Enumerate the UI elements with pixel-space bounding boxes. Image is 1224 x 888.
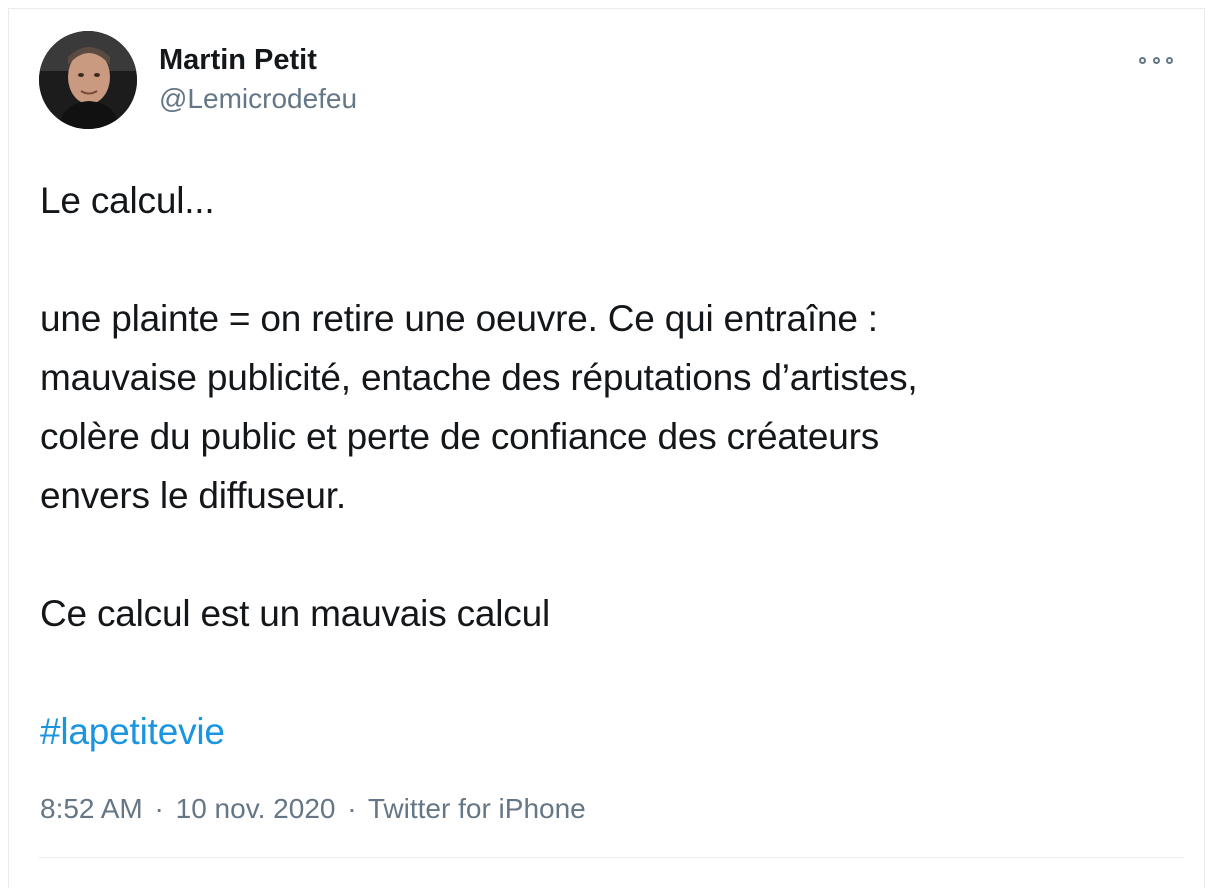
hashtag-link[interactable]: #lapetitevie <box>40 711 225 752</box>
tweet-metadata: 8:52 AM · 10 nov. 2020 · Twitter for iPh… <box>40 791 586 827</box>
tweet-text: Le calcul... une plainte = on retire une… <box>40 171 1170 761</box>
tweet-line: colère du public et perte de confiance d… <box>40 416 880 457</box>
tweet-line: envers le diffuseur. <box>40 475 346 516</box>
tweet-line: mauvaise publicité, entache des réputati… <box>40 357 918 398</box>
separator: · <box>154 793 164 824</box>
tweet-line: Ce calcul est un mauvais calcul <box>40 593 550 634</box>
separator: · <box>347 793 357 824</box>
tweet-line: Le calcul... <box>40 180 215 221</box>
dot-icon <box>1166 56 1173 64</box>
profile-photo-icon <box>39 31 137 129</box>
tweet-date[interactable]: 10 nov. 2020 <box>176 793 336 824</box>
more-options-icon[interactable] <box>1139 51 1173 69</box>
tweet-time[interactable]: 8:52 AM <box>40 793 143 824</box>
tweet-source[interactable]: Twitter for iPhone <box>368 793 586 824</box>
author-name[interactable]: Martin Petit <box>159 42 317 78</box>
dot-icon <box>1139 56 1146 64</box>
tweet-card: Martin Petit @Lemicrodefeu Le calcul... … <box>8 8 1205 888</box>
author-handle[interactable]: @Lemicrodefeu <box>159 81 357 117</box>
avatar[interactable] <box>39 31 137 129</box>
tweet-line: une plainte = on retire une oeuvre. Ce q… <box>40 298 878 339</box>
dot-icon <box>1152 56 1160 64</box>
divider <box>39 857 1184 858</box>
